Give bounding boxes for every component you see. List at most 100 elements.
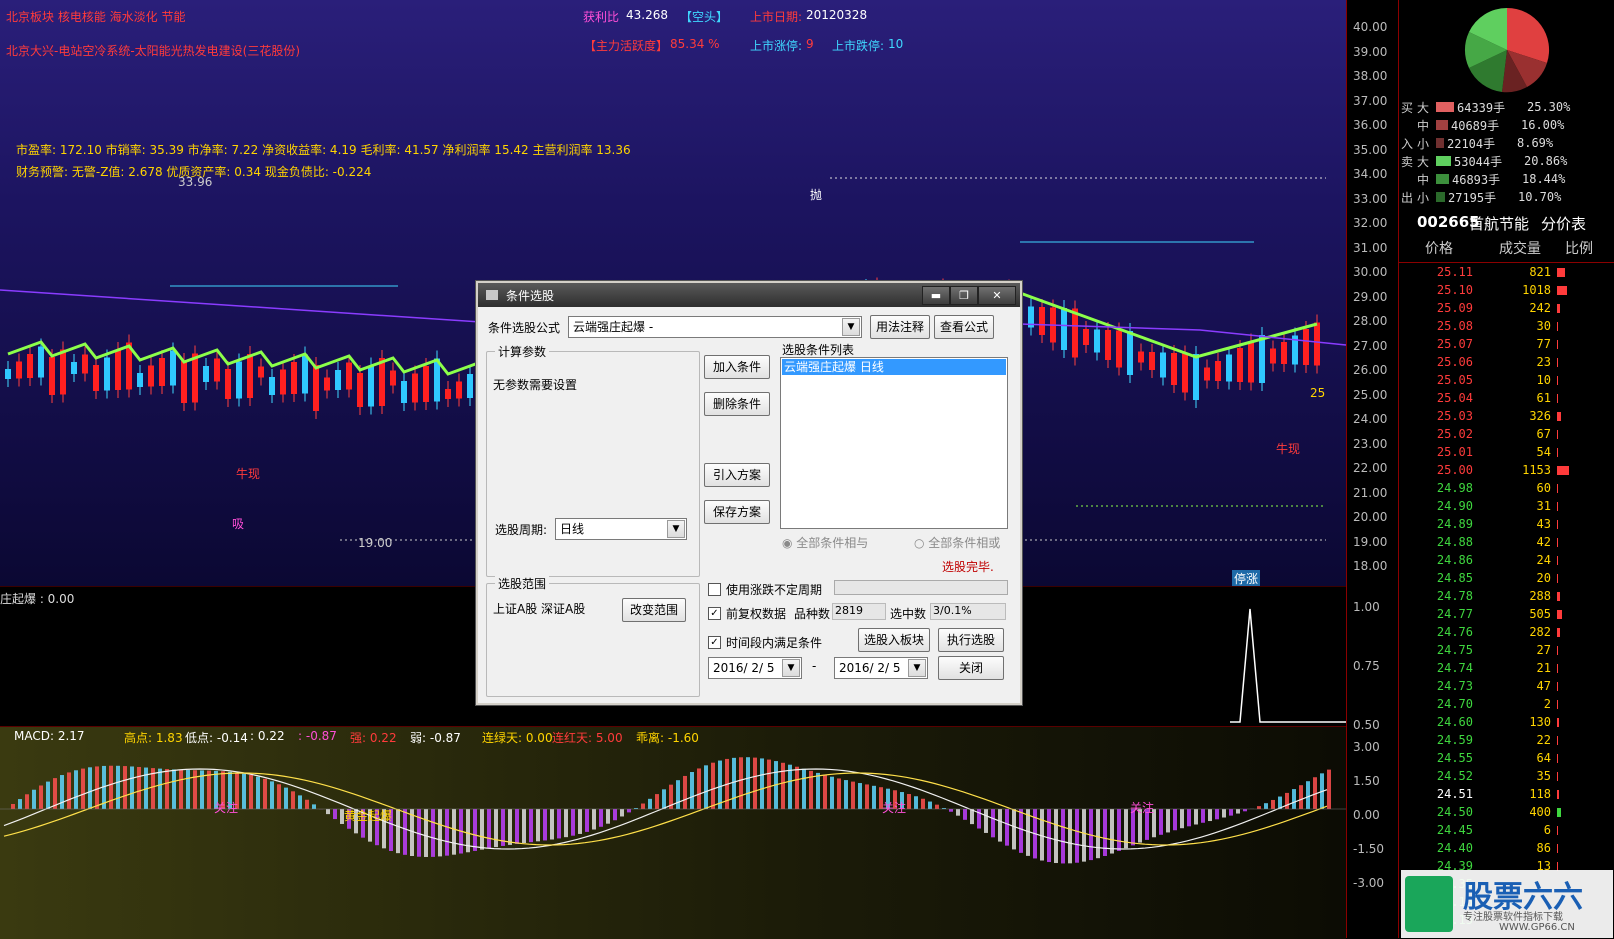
- price-row: 25.03326: [1399, 407, 1614, 425]
- window-icon: [486, 290, 498, 300]
- price-row: 24.50400: [1399, 803, 1614, 821]
- flow-row: 出小27195手10.70%: [1399, 188, 1614, 206]
- period-select[interactable]: 日线 ▼: [555, 518, 687, 540]
- price-row: 25.101018: [1399, 281, 1614, 299]
- price-row: 25.0510: [1399, 371, 1614, 389]
- flow-row: 中40689手16.00%: [1399, 116, 1614, 134]
- price-row: 24.4086: [1399, 839, 1614, 857]
- price-tick: 19.00: [1353, 535, 1387, 549]
- formula-select[interactable]: 云端强庄起爆 - ▼: [568, 316, 862, 338]
- price-tick: 40.00: [1353, 20, 1387, 34]
- time-range-checkbox[interactable]: ✓: [708, 636, 721, 649]
- stock-screener-dialog[interactable]: 条件选股 ▬ ❐ ✕ 条件选股公式 云端强庄起爆 - ▼ 用法注释 查看公式 计…: [476, 281, 1022, 705]
- add-condition-button[interactable]: 加入条件: [704, 355, 770, 379]
- minimize-button[interactable]: ▬: [922, 286, 950, 305]
- indicator-tick: 0.75: [1353, 659, 1380, 673]
- variable-period-checkbox[interactable]: [708, 583, 721, 596]
- delete-condition-button[interactable]: 删除条件: [704, 392, 770, 416]
- radio-or-label: 全部条件相或: [928, 536, 1000, 550]
- watermark-sub: 专注股票软件指标下载: [1463, 908, 1563, 923]
- col-volume: 成交量: [1499, 238, 1541, 258]
- price-tick: 31.00: [1353, 241, 1387, 255]
- tag-guanzhu-3: 关注: [1130, 799, 1154, 816]
- tag-chou: 抛: [810, 186, 822, 203]
- change-scope-button[interactable]: 改变范围: [622, 598, 686, 622]
- price-row: 24.60130: [1399, 713, 1614, 731]
- progress-bar: [834, 580, 1008, 595]
- selected-value: 3/0.1%: [930, 603, 1006, 620]
- view-formula-button[interactable]: 查看公式: [934, 315, 994, 339]
- macd-tick: 1.50: [1353, 774, 1380, 788]
- date-from-value: 2016/ 2/ 5: [713, 661, 775, 675]
- price-tick: 30.00: [1353, 265, 1387, 279]
- price-tick: 28.00: [1353, 314, 1387, 328]
- price-row: 24.9031: [1399, 497, 1614, 515]
- close-button[interactable]: 关闭: [938, 656, 1004, 680]
- radio-and-label: 全部条件相与: [796, 536, 868, 550]
- chevron-down-icon[interactable]: ▼: [782, 659, 800, 677]
- indicator-tick: 0.50: [1353, 718, 1380, 732]
- chevron-down-icon[interactable]: ▼: [908, 659, 926, 677]
- price-tick: 18.00: [1353, 559, 1387, 573]
- price-row: 24.702: [1399, 695, 1614, 713]
- execute-button[interactable]: 执行选股: [938, 628, 1004, 652]
- price-row: 25.0267: [1399, 425, 1614, 443]
- indicator-tick: 1.00: [1353, 600, 1380, 614]
- period-label: 选股周期:: [495, 521, 547, 538]
- tag-niuxian-right: 牛现: [1276, 440, 1300, 457]
- limit-up-label: 上市涨停:: [750, 37, 802, 54]
- price-tick: 25.00: [1353, 388, 1387, 402]
- date-from-picker[interactable]: 2016/ 2/ 5 ▼: [708, 657, 802, 679]
- add-to-block-button[interactable]: 选股入板块: [858, 628, 930, 652]
- price-tick: 38.00: [1353, 69, 1387, 83]
- condition-list[interactable]: 云端强庄起爆 日线: [780, 357, 1008, 529]
- import-plan-button[interactable]: 引入方案: [704, 463, 770, 487]
- chevron-down-icon[interactable]: ▼: [667, 520, 685, 538]
- adjust-checkbox[interactable]: ✓: [708, 607, 721, 620]
- watermark-logo-icon: [1405, 876, 1453, 932]
- activity-value: 85.34 %: [670, 37, 720, 51]
- price-row: 24.8520: [1399, 569, 1614, 587]
- tag-huangjin: 黄金起爆: [344, 807, 392, 824]
- date-to-picker[interactable]: 2016/ 2/ 5 ▼: [834, 657, 928, 679]
- params-title: 计算参数: [495, 343, 549, 360]
- chevron-down-icon[interactable]: ▼: [842, 318, 860, 336]
- macd-panel[interactable]: MACD: 2.17 高点: 1.83 低点: -0.14 : 0.22 : -…: [0, 726, 1346, 939]
- macd-canvas: [0, 727, 1346, 939]
- price-tick: 32.00: [1353, 216, 1387, 230]
- radio-and[interactable]: ◉ 全部条件相与: [782, 534, 868, 551]
- flow-row: 卖大53044手20.86%: [1399, 152, 1614, 170]
- date-to-value: 2016/ 2/ 5: [839, 661, 901, 675]
- tag-guanzhu-2: 关注: [882, 799, 906, 816]
- price-tick: 22.00: [1353, 461, 1387, 475]
- trend-label: 【空头】: [680, 8, 728, 25]
- col-ratio: 比例: [1565, 238, 1593, 258]
- price-axis: 40.0039.0038.0037.0036.0035.0034.0033.00…: [1346, 0, 1399, 938]
- price-row: 24.5922: [1399, 731, 1614, 749]
- usage-notes-button[interactable]: 用法注释: [870, 315, 930, 339]
- dialog-title: 条件选股: [506, 287, 554, 304]
- limit-up-value: 9: [806, 37, 814, 51]
- profit-ratio-value: 43.268: [626, 8, 668, 22]
- scope-title: 选股范围: [495, 575, 549, 592]
- price-row: 24.76282: [1399, 623, 1614, 641]
- radio-or[interactable]: ○ 全部条件相或: [914, 534, 1000, 551]
- scope-text: 上证A股 深证A股: [493, 600, 585, 617]
- price-tick: 21.00: [1353, 486, 1387, 500]
- capital-flow-table: 买大64339手25.30%中40689手16.00%入小22104手8.69%…: [1399, 98, 1614, 206]
- tag-niuxian-left: 牛现: [236, 465, 260, 482]
- watermark-url: WWW.GP66.CN: [1499, 922, 1575, 933]
- macd-tick: -1.50: [1353, 842, 1384, 856]
- panel-title: 分价表: [1541, 213, 1586, 234]
- limit-down-label: 上市跌停:: [832, 37, 884, 54]
- list-title: 选股条件列表: [782, 341, 854, 358]
- maximize-button[interactable]: ❐: [950, 286, 978, 305]
- price-tick: 24.00: [1353, 412, 1387, 426]
- close-icon[interactable]: ✕: [978, 286, 1016, 305]
- flow-pie-chart: [1399, 0, 1614, 100]
- sector-line: 北京板块 核电核能 海水淡化 节能: [6, 8, 185, 25]
- condition-list-item[interactable]: 云端强庄起爆 日线: [782, 359, 1006, 375]
- save-plan-button[interactable]: 保存方案: [704, 500, 770, 524]
- price-tick: 35.00: [1353, 143, 1387, 157]
- price-row: 24.8842: [1399, 533, 1614, 551]
